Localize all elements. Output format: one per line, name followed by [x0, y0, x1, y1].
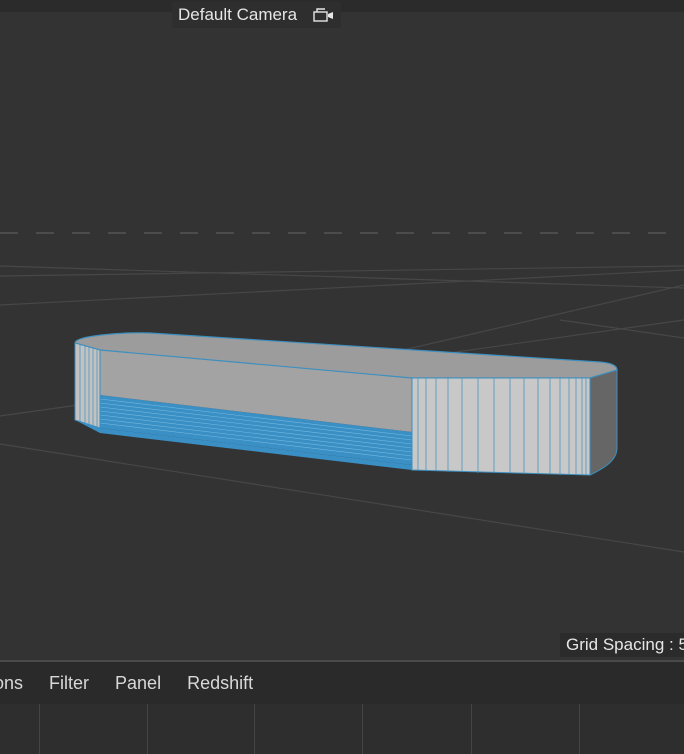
camera-selector[interactable]: Default Camera [172, 2, 342, 28]
viewport-scene[interactable] [0, 0, 684, 660]
column-separator[interactable] [254, 704, 255, 754]
3d-viewport[interactable]: Default Camera Grid Spacing : 5 [0, 0, 684, 660]
column-separator[interactable] [471, 704, 472, 754]
camera-label-text: Default Camera [178, 5, 298, 24]
grid-spacing-readout: Grid Spacing : 5 [560, 633, 684, 657]
menu-item-panel[interactable]: Panel [115, 673, 161, 694]
camera-icon [313, 7, 335, 23]
menu-item-filter[interactable]: Filter [49, 673, 89, 694]
column-separator[interactable] [579, 704, 580, 754]
menu-item-options[interactable]: ons [0, 673, 23, 694]
slab-object [74, 332, 618, 476]
column-separator[interactable] [39, 704, 40, 754]
lower-panel [0, 704, 684, 754]
column-separator[interactable] [362, 704, 363, 754]
column-separator[interactable] [147, 704, 148, 754]
menu-bar: ons Filter Panel Redshift [0, 662, 684, 704]
menu-item-redshift[interactable]: Redshift [187, 673, 253, 694]
